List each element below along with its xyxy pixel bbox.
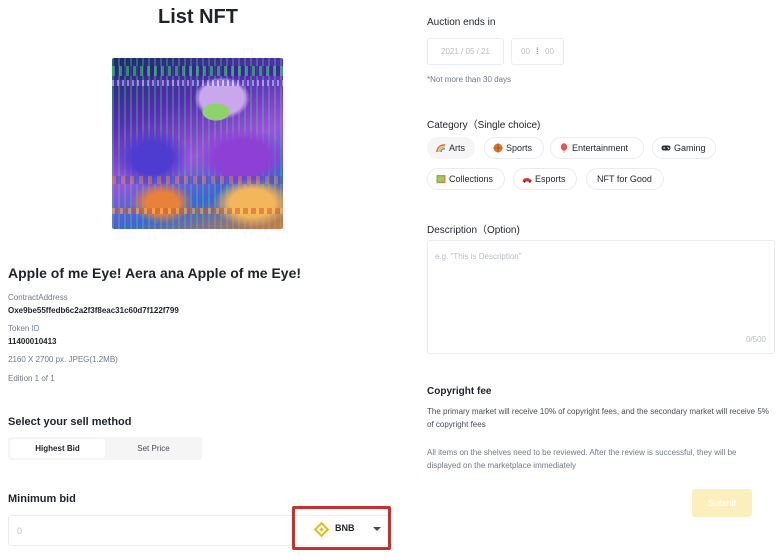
category-chip-label: Gaming bbox=[674, 143, 706, 153]
frame-icon bbox=[436, 175, 446, 183]
nft-preview-image bbox=[112, 58, 283, 229]
category-chip-sports[interactable]: Sports bbox=[484, 137, 544, 159]
balloon-icon bbox=[560, 143, 568, 153]
auction-hint: *Not more than 30 days bbox=[427, 75, 512, 84]
category-label: Category（Single choice) bbox=[427, 120, 541, 131]
category-chip-esports[interactable]: Esports bbox=[513, 168, 577, 190]
token-id-value: 11400010413 bbox=[8, 337, 57, 346]
contract-address-label: ContractAddress bbox=[8, 293, 68, 302]
category-chip-label: Collections bbox=[449, 174, 494, 184]
sell-method-title: Select your sell method bbox=[8, 416, 132, 428]
gamepad-icon bbox=[661, 145, 671, 151]
minimum-bid-placeholder: 0 bbox=[17, 526, 23, 536]
auction-end-label: Auction ends in bbox=[427, 17, 496, 28]
auction-time-input[interactable]: 00 ⁞ 00 bbox=[511, 38, 564, 65]
basketball-icon bbox=[493, 143, 503, 153]
category-chip-gaming[interactable]: Gaming bbox=[652, 137, 716, 159]
rainbow-icon bbox=[436, 144, 446, 153]
currency-label: BNB bbox=[335, 523, 355, 533]
tab-set-price[interactable]: Set Price bbox=[106, 439, 201, 458]
contract-address-value: Oxe9be55ffedb6c2a2f3f8eac31c60d7f122f799 bbox=[8, 306, 179, 315]
copyright-fee-text: The primary market will receive 10% of c… bbox=[427, 407, 769, 429]
token-id-label: Token ID bbox=[8, 324, 40, 333]
category-chip-nft-for-good[interactable]: NFT for Good bbox=[586, 168, 664, 190]
category-chip-entertainment[interactable]: Entertainment bbox=[550, 137, 644, 159]
copyright-fee-title: Copyright fee bbox=[427, 386, 492, 397]
auction-hour[interactable]: 00 bbox=[521, 47, 530, 56]
category-chip-label: Entertainment bbox=[572, 143, 629, 153]
auction-date-input[interactable]: 2021 / 05 / 21 bbox=[427, 38, 504, 65]
time-stepper-icon: ⁞ bbox=[536, 46, 539, 56]
bnb-icon bbox=[313, 521, 330, 538]
caret-down-icon bbox=[373, 527, 381, 531]
page-title: List NFT bbox=[158, 6, 238, 28]
racecar-icon bbox=[522, 178, 532, 183]
auction-minute[interactable]: 00 bbox=[545, 47, 554, 56]
description-label: Description（Option) bbox=[427, 225, 520, 236]
edition-info: Edition 1 of 1 bbox=[8, 374, 55, 383]
category-chip-arts[interactable]: Arts bbox=[427, 137, 475, 159]
review-notice: All items on the shelves need to be revi… bbox=[427, 448, 737, 470]
tab-highest-bid[interactable]: Highest Bid bbox=[10, 439, 105, 458]
minimum-bid-title: Minimum bid bbox=[8, 493, 76, 505]
category-chip-label: Sports bbox=[506, 143, 533, 153]
description-char-counter: 0/500 bbox=[745, 335, 766, 344]
category-chip-label: Arts bbox=[449, 143, 466, 153]
file-info: 2160 X 2700 px. JPEG(1.2MB) bbox=[8, 355, 118, 364]
sell-method-tabs: Highest Bid Set Price bbox=[8, 437, 202, 460]
description-textarea[interactable]: e.g. "This is Description" 0/500 bbox=[427, 240, 775, 354]
description-placeholder: e.g. "This is Description" bbox=[435, 252, 522, 261]
currency-select[interactable]: BNB bbox=[292, 506, 391, 550]
category-chip-collections[interactable]: Collections bbox=[427, 168, 505, 190]
category-chip-label: NFT for Good bbox=[597, 174, 652, 184]
category-chip-label: Esports bbox=[535, 174, 566, 184]
nft-name: Apple of me Eye! Aera ana Apple of me Ey… bbox=[8, 265, 302, 281]
submit-button[interactable]: Submit bbox=[692, 489, 752, 517]
